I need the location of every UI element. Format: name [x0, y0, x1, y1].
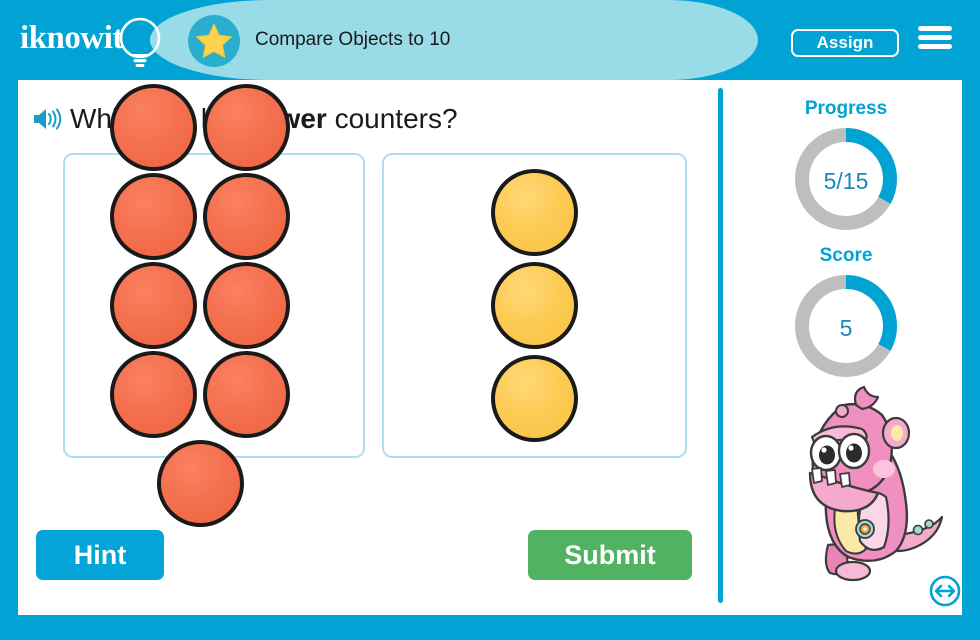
- star-icon: [196, 23, 232, 58]
- content-area: Which set has fewer counters? Hint Submi…: [18, 80, 962, 615]
- counter-red: [203, 173, 290, 260]
- score-value: 5: [839, 315, 853, 341]
- progress-label: Progress: [804, 98, 888, 119]
- pink-dragon-mascot: [808, 385, 944, 582]
- menu-bar-2: [918, 35, 952, 40]
- counter-grid-yellow: [384, 155, 685, 456]
- hint-button[interactable]: Hint: [36, 530, 164, 580]
- counter-red: [203, 351, 290, 438]
- hint-button-label: Hint: [73, 539, 127, 570]
- menu-bar-1: [918, 26, 952, 31]
- panel-divider: [718, 88, 723, 603]
- counter-red: [156, 440, 244, 527]
- counter-red: [110, 84, 197, 171]
- resize-horizontal-icon[interactable]: [928, 574, 962, 608]
- iknowit-logo[interactable]: iknowit: [20, 14, 168, 70]
- counter-red: [203, 84, 290, 171]
- hamburger-menu-icon[interactable]: [918, 26, 952, 54]
- counter-yellow: [491, 355, 578, 442]
- question-suffix: counters?: [326, 103, 458, 134]
- score-label: Score: [819, 245, 873, 266]
- logo-text: iknowit: [20, 20, 123, 56]
- lightbulb-icon: [119, 17, 161, 67]
- counter-red: [110, 262, 197, 349]
- submit-button[interactable]: Submit: [528, 530, 692, 580]
- counter-red: [110, 351, 197, 438]
- counter-red: [203, 262, 290, 349]
- yellow-counter-set[interactable]: [382, 153, 687, 458]
- counter-yellow: [491, 262, 578, 349]
- progress-value: 5/15: [823, 168, 869, 194]
- counter-yellow: [491, 169, 578, 256]
- speaker-icon[interactable]: [32, 106, 62, 132]
- star-badge: [188, 15, 240, 67]
- assign-button-label: Assign: [816, 33, 874, 52]
- counter-grid-red: [65, 84, 335, 527]
- submit-button-label: Submit: [564, 539, 656, 570]
- assign-button[interactable]: Assign: [791, 29, 899, 57]
- menu-bar-3: [918, 44, 952, 49]
- counter-red: [110, 173, 197, 260]
- sidebar: Progress 5/15 Score 5: [730, 80, 962, 615]
- red-counter-set[interactable]: [63, 84, 365, 527]
- app-window: iknowit Compare Objects to 10 Assign Whi…: [0, 0, 980, 640]
- title-panel: [150, 0, 758, 80]
- app-header: iknowit Compare Objects to 10 Assign: [0, 0, 980, 80]
- lesson-title: Compare Objects to 10: [255, 29, 451, 50]
